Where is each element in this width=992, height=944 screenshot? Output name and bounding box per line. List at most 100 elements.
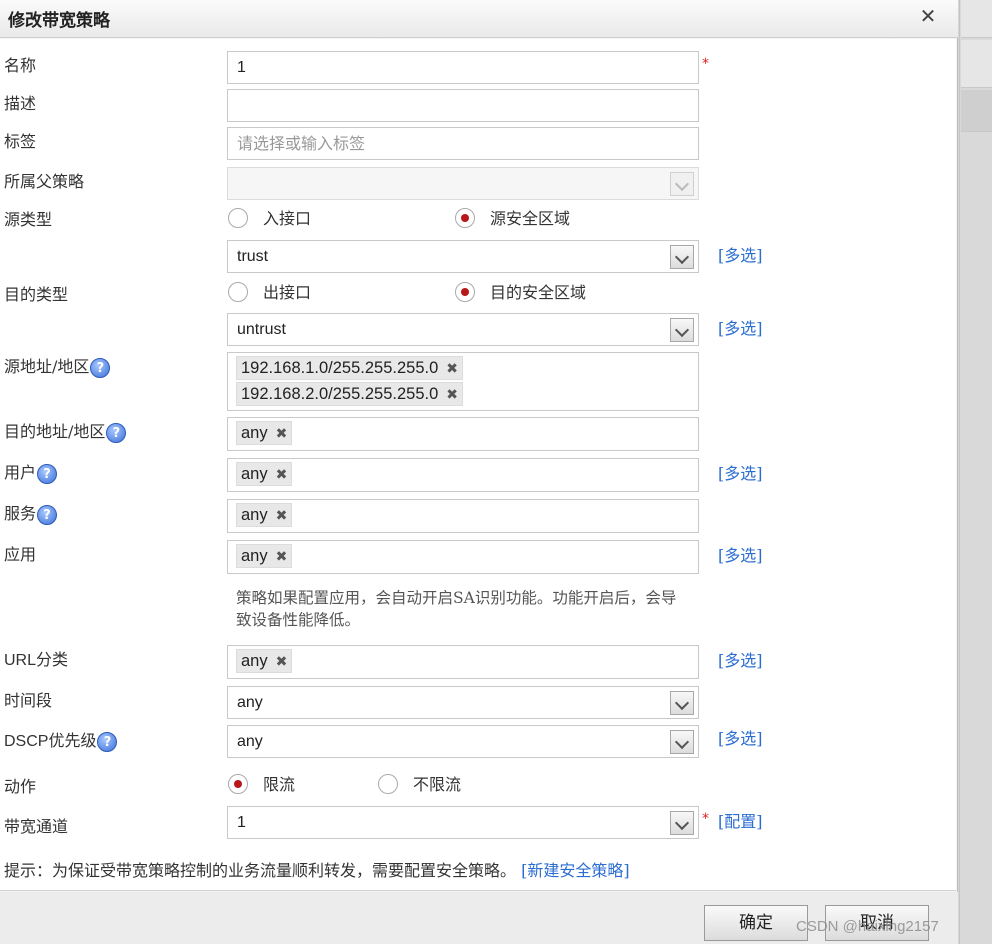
service-tag: any ✖	[236, 503, 293, 527]
address-tag: 192.168.1.0/255.255.255.0 ✖	[236, 356, 464, 380]
user-tag: any ✖	[236, 462, 293, 486]
radio-out-interface[interactable]	[228, 282, 248, 302]
address-tag-text: 192.168.2.0/255.255.255.0	[241, 385, 439, 403]
radio-limit[interactable]	[228, 774, 248, 794]
source-address-label-text: 源地址/地区	[4, 357, 90, 376]
dest-zone-multi-link[interactable]: [多选]	[718, 315, 763, 339]
schedule-value: any	[237, 694, 263, 711]
application-tagbox[interactable]: any ✖	[227, 540, 699, 574]
radio-out-interface-label: 出接口	[263, 283, 312, 302]
channel-config-link[interactable]: [配置]	[718, 808, 763, 832]
application-label: 应用	[4, 545, 37, 564]
dscp-multi-link[interactable]: [多选]	[718, 725, 763, 749]
radio-no-limit[interactable]	[378, 774, 398, 794]
help-icon[interactable]: ?	[37, 504, 58, 525]
dscp-label: DSCP优先级?	[4, 727, 118, 752]
remove-icon[interactable]: ✖	[276, 464, 288, 486]
channel-select[interactable]: 1	[227, 806, 699, 839]
url-category-tagbox[interactable]: any ✖	[227, 645, 699, 679]
help-icon[interactable]: ?	[90, 357, 111, 378]
remove-icon[interactable]: ✖	[276, 423, 288, 445]
source-type-label: 源类型	[4, 210, 53, 229]
help-icon[interactable]: ?	[106, 422, 127, 443]
description-label: 描述	[4, 94, 37, 113]
channel-label: 带宽通道	[4, 817, 69, 836]
schedule-label: 时间段	[4, 691, 53, 710]
hint-message: 提示：为保证受带宽策略控制的业务流量顺利转发，需要配置安全策略。	[4, 861, 517, 880]
dest-type-label: 目的类型	[4, 285, 69, 304]
chevron-down-icon[interactable]	[670, 318, 694, 342]
description-input[interactable]	[227, 89, 699, 122]
url-category-tag: any ✖	[236, 649, 293, 673]
service-label-text: 服务	[4, 504, 37, 523]
radio-in-interface[interactable]	[228, 208, 248, 228]
service-label: 服务?	[4, 500, 58, 525]
scrollbar-segment	[961, 40, 992, 88]
scrollbar-segment	[961, 0, 992, 38]
radio-dest-zone-label: 目的安全区域	[490, 283, 587, 302]
chevron-down-icon[interactable]	[670, 730, 694, 754]
url-category-tag-text: any	[241, 652, 268, 670]
source-zone-value: trust	[237, 248, 269, 265]
service-tagbox[interactable]: any ✖	[227, 499, 699, 533]
dscp-select[interactable]: any	[227, 725, 699, 758]
user-multi-link[interactable]: [多选]	[718, 460, 763, 484]
user-label: 用户?	[4, 459, 58, 484]
dest-zone-value: untrust	[237, 321, 286, 338]
application-note: 策略如果配置应用，会自动开启SA识别功能。功能开启后，会导致设备性能降低。	[236, 589, 677, 629]
remove-icon[interactable]: ✖	[276, 505, 288, 527]
address-tag-text: 192.168.1.0/255.255.255.0	[241, 359, 439, 377]
close-icon[interactable]: ✕	[916, 4, 940, 28]
dest-address-tagbox[interactable]: any ✖	[227, 417, 699, 451]
source-zone-select[interactable]: trust	[227, 240, 699, 273]
application-tag-text: any	[241, 547, 268, 565]
scrollbar[interactable]	[959, 0, 992, 944]
ok-button[interactable]: 确定	[704, 905, 808, 941]
remove-icon[interactable]: ✖	[446, 358, 458, 380]
user-tag-text: any	[241, 465, 268, 483]
source-zone-multi-link[interactable]: [多选]	[718, 242, 763, 266]
remove-icon[interactable]: ✖	[276, 651, 288, 673]
chevron-down-icon	[670, 172, 694, 196]
help-icon[interactable]: ?	[97, 731, 118, 752]
service-tag-text: any	[241, 506, 268, 524]
address-tag-text: any	[241, 424, 268, 442]
dest-address-label-text: 目的地址/地区	[4, 422, 106, 441]
watermark: CSDN @haixing2157	[796, 918, 939, 935]
source-address-label: 源地址/地区?	[4, 353, 111, 378]
tags-input[interactable]: 请选择或输入标签	[227, 127, 699, 160]
hint-text: 提示：为保证受带宽策略控制的业务流量顺利转发，需要配置安全策略。 [新建安全策略…	[4, 857, 630, 881]
radio-dest-zone[interactable]	[455, 282, 475, 302]
schedule-select[interactable]: any	[227, 686, 699, 719]
dest-address-label: 目的地址/地区?	[4, 418, 127, 443]
name-label: 名称	[4, 56, 37, 75]
parent-policy-select	[227, 167, 699, 200]
new-security-policy-link[interactable]: [新建安全策略]	[521, 861, 630, 880]
remove-icon[interactable]: ✖	[446, 384, 458, 406]
edit-bandwidth-policy-dialog: 修改带宽策略 ✕ 名称 1 * 描述 标签 请选择或输入标签 所属父策略 源类型…	[0, 0, 958, 944]
radio-in-interface-label: 入接口	[263, 209, 312, 228]
required-marker: *	[702, 811, 709, 827]
scrollbar-thumb[interactable]	[961, 90, 992, 132]
chevron-down-icon[interactable]	[670, 811, 694, 835]
radio-limit-label: 限流	[263, 775, 296, 794]
help-icon[interactable]: ?	[37, 463, 58, 484]
source-address-tagbox[interactable]: 192.168.1.0/255.255.255.0 ✖ 192.168.2.0/2…	[227, 352, 699, 411]
radio-source-zone-label: 源安全区域	[490, 209, 571, 228]
chevron-down-icon[interactable]	[670, 245, 694, 269]
required-marker: *	[702, 56, 709, 72]
dest-zone-select[interactable]: untrust	[227, 313, 699, 346]
radio-no-limit-label: 不限流	[413, 775, 462, 794]
remove-icon[interactable]: ✖	[276, 546, 288, 568]
dscp-label-text: DSCP优先级	[4, 733, 97, 750]
url-category-multi-link[interactable]: [多选]	[718, 647, 763, 671]
application-multi-link[interactable]: [多选]	[718, 542, 763, 566]
dialog-title: 修改带宽策略	[8, 11, 110, 31]
tags-label: 标签	[4, 132, 37, 151]
name-input[interactable]: 1	[227, 51, 699, 84]
user-tagbox[interactable]: any ✖	[227, 458, 699, 492]
url-category-label: URL分类	[4, 652, 69, 669]
chevron-down-icon[interactable]	[670, 691, 694, 715]
radio-source-zone[interactable]	[455, 208, 475, 228]
parent-policy-label: 所属父策略	[4, 172, 85, 191]
